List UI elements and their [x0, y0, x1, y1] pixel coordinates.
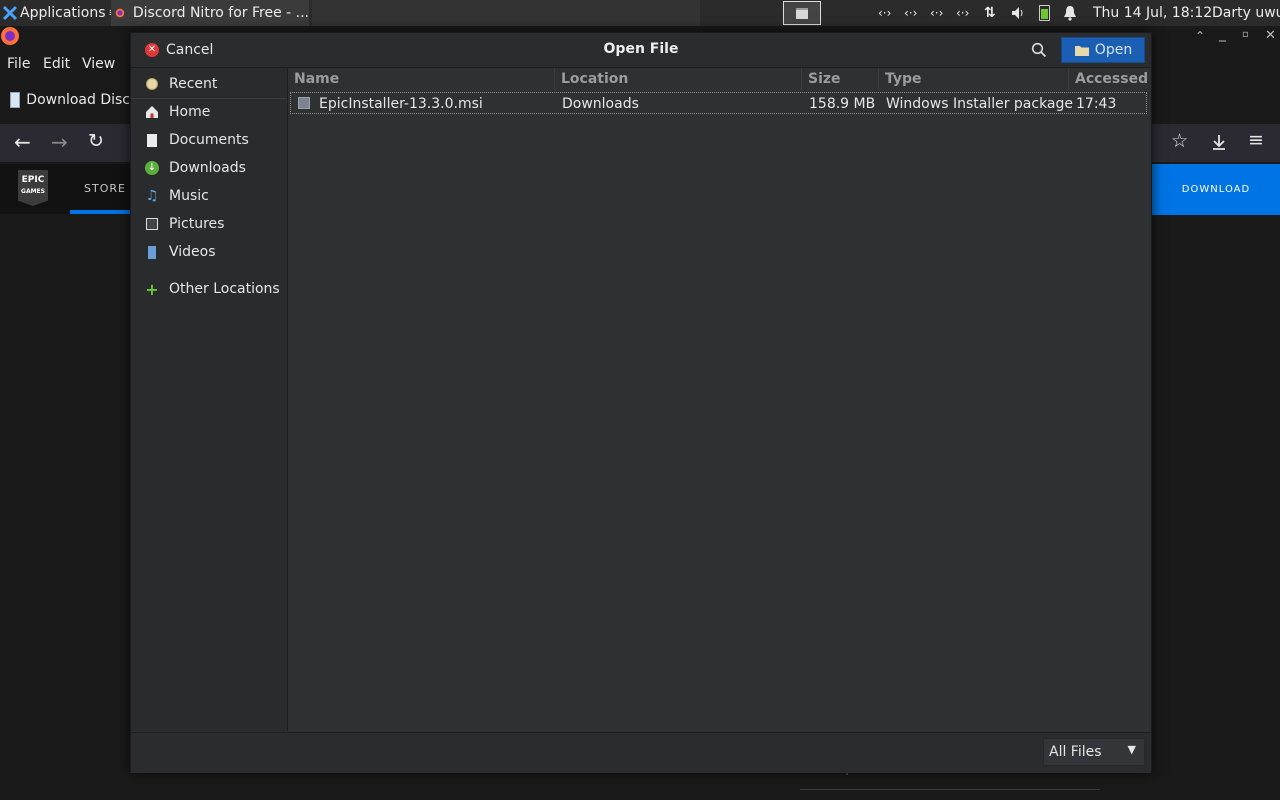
filter-label: All Files — [1049, 744, 1102, 760]
sidebar-item-downloads[interactable]: ↓ Downloads — [131, 154, 287, 182]
clock[interactable]: Thu 14 Jul, 18:12 — [1093, 0, 1212, 26]
workspace-switcher[interactable] — [783, 1, 821, 25]
places-sidebar: Recent Home Documents ↓ Downloads ♫ Musi… — [131, 68, 288, 731]
videos-icon — [145, 245, 159, 259]
sidebar-item-label: Documents — [169, 132, 249, 148]
downloads-icon: ↓ — [145, 161, 159, 175]
sidebar-item-recent[interactable]: Recent — [131, 70, 287, 98]
tab-favicon-icon — [10, 92, 21, 108]
minimize-icon[interactable]: _ — [1219, 26, 1226, 42]
column-header-accessed[interactable]: Accessed — [1069, 68, 1151, 90]
xfce-icon — [2, 5, 18, 21]
epic-logo-line1: EPIC — [21, 175, 45, 185]
notification-bell-icon[interactable] — [1063, 5, 1077, 21]
applications-label: Applications — [20, 5, 106, 21]
file-size: 158.9 MB — [809, 96, 876, 112]
table-row[interactable]: EpicInstaller-13.3.0.msi Downloads 158.9… — [290, 92, 1147, 114]
bookmark-star-icon[interactable]: ☆ — [1171, 130, 1188, 152]
user-menu[interactable]: Darty uwu — [1212, 0, 1280, 26]
epic-games-logo[interactable]: EPIC GAMES — [18, 170, 48, 206]
chevron-down-icon: ▼ — [1127, 743, 1136, 756]
menu-edit[interactable]: Edit — [43, 56, 70, 72]
file-name: EpicInstaller-13.3.0.msi — [319, 96, 483, 112]
sidebar-item-label: Home — [169, 104, 211, 120]
window-chevron-up-icon[interactable]: ⌃ — [1195, 29, 1205, 43]
music-icon: ♫ — [145, 188, 159, 204]
sidebar-item-label: Pictures — [169, 216, 225, 232]
column-headers: Name Location Size Type Accessed — [288, 68, 1151, 90]
sidebar-item-label: Music — [169, 188, 209, 204]
sidebar-item-other-locations[interactable]: + Other Locations — [131, 275, 287, 303]
open-file-dialog: ✕ Cancel Open File Open Recent Home Docu… — [130, 32, 1152, 773]
firefox-icon — [1, 27, 19, 45]
network-icon[interactable]: ‹·› — [904, 0, 917, 26]
sidebar-item-label: Downloads — [169, 160, 246, 176]
column-header-size[interactable]: Size — [802, 68, 879, 90]
store-nav-underline — [70, 210, 132, 214]
back-arrow-icon[interactable]: ← — [14, 130, 31, 154]
transfer-arrows-icon[interactable]: ⇅ — [984, 0, 996, 26]
sidebar-item-home[interactable]: Home — [131, 98, 287, 126]
pictures-icon — [145, 217, 159, 231]
window-thumbnail-icon — [796, 7, 808, 19]
open-button[interactable]: Open — [1061, 37, 1145, 63]
behind-divider — [800, 789, 1100, 790]
dialog-footer: All Files ▼ — [131, 732, 1151, 773]
close-icon[interactable]: ✕ — [1265, 28, 1276, 43]
recent-icon — [145, 77, 159, 91]
top-panel: Applications ≡ Discord Nitro for Free - … — [0, 0, 1280, 27]
file-type-filter[interactable]: All Files ▼ — [1043, 738, 1145, 766]
taskbar-label: Discord Nitro for Free - ... — [132, 5, 309, 21]
epic-logo-line2: GAMES — [21, 188, 45, 195]
download-arrow-icon[interactable] — [1210, 133, 1228, 151]
sidebar-item-videos[interactable]: Videos — [131, 238, 287, 266]
battery-icon[interactable] — [1039, 5, 1050, 21]
forward-arrow-icon[interactable]: → — [51, 130, 68, 154]
msi-file-icon — [298, 97, 310, 109]
column-header-location[interactable]: Location — [555, 68, 802, 90]
open-label: Open — [1094, 42, 1133, 58]
sidebar-item-label: Videos — [169, 244, 216, 260]
document-icon — [145, 133, 159, 147]
home-icon — [145, 105, 159, 119]
network-icon[interactable]: ‹·› — [930, 0, 943, 26]
column-header-type[interactable]: Type — [879, 68, 1069, 90]
maximize-icon[interactable]: ▫ — [1242, 29, 1249, 40]
store-nav-link[interactable]: STORE — [84, 182, 126, 195]
file-location: Downloads — [562, 96, 639, 112]
sidebar-item-label: Other Locations — [169, 281, 280, 297]
menu-view[interactable]: View — [82, 56, 115, 72]
sidebar-item-music[interactable]: ♫ Music — [131, 182, 287, 210]
download-button-label: DOWNLOAD — [1181, 184, 1251, 195]
sidebar-item-pictures[interactable]: Pictures — [131, 210, 287, 238]
taskbar-empty — [312, 0, 700, 26]
volume-icon[interactable] — [1010, 5, 1026, 21]
file-list: Name Location Size Type Accessed EpicIns… — [288, 68, 1151, 731]
file-accessed: 17:43 — [1076, 96, 1117, 112]
dialog-header: ✕ Cancel Open File Open — [131, 33, 1151, 68]
column-header-name[interactable]: Name — [288, 68, 555, 90]
search-icon[interactable] — [1031, 42, 1047, 58]
menu-file[interactable]: File — [7, 56, 30, 72]
network-icon[interactable]: ‹·› — [878, 0, 891, 26]
applications-menu[interactable]: Applications ≡ — [0, 0, 118, 26]
browser-tab[interactable]: Download Disc — [0, 84, 130, 116]
firefox-icon — [115, 8, 125, 18]
hamburger-menu-icon[interactable]: ≡ — [1248, 129, 1264, 151]
sidebar-item-label: Recent — [169, 76, 218, 92]
taskbar-button-firefox[interactable]: Discord Nitro for Free - ... — [111, 0, 309, 26]
reload-icon[interactable]: ↻ — [88, 130, 104, 152]
dialog-title: Open File — [603, 41, 679, 57]
file-type: Windows Installer package — [886, 96, 1074, 112]
tab-title: Download Disc — [26, 92, 130, 108]
network-icon[interactable]: ‹·› — [956, 0, 969, 26]
sidebar-item-documents[interactable]: Documents — [131, 126, 287, 154]
plus-icon: + — [145, 279, 159, 299]
download-button[interactable]: DOWNLOAD — [1152, 164, 1280, 215]
folder-icon — [1074, 45, 1089, 56]
